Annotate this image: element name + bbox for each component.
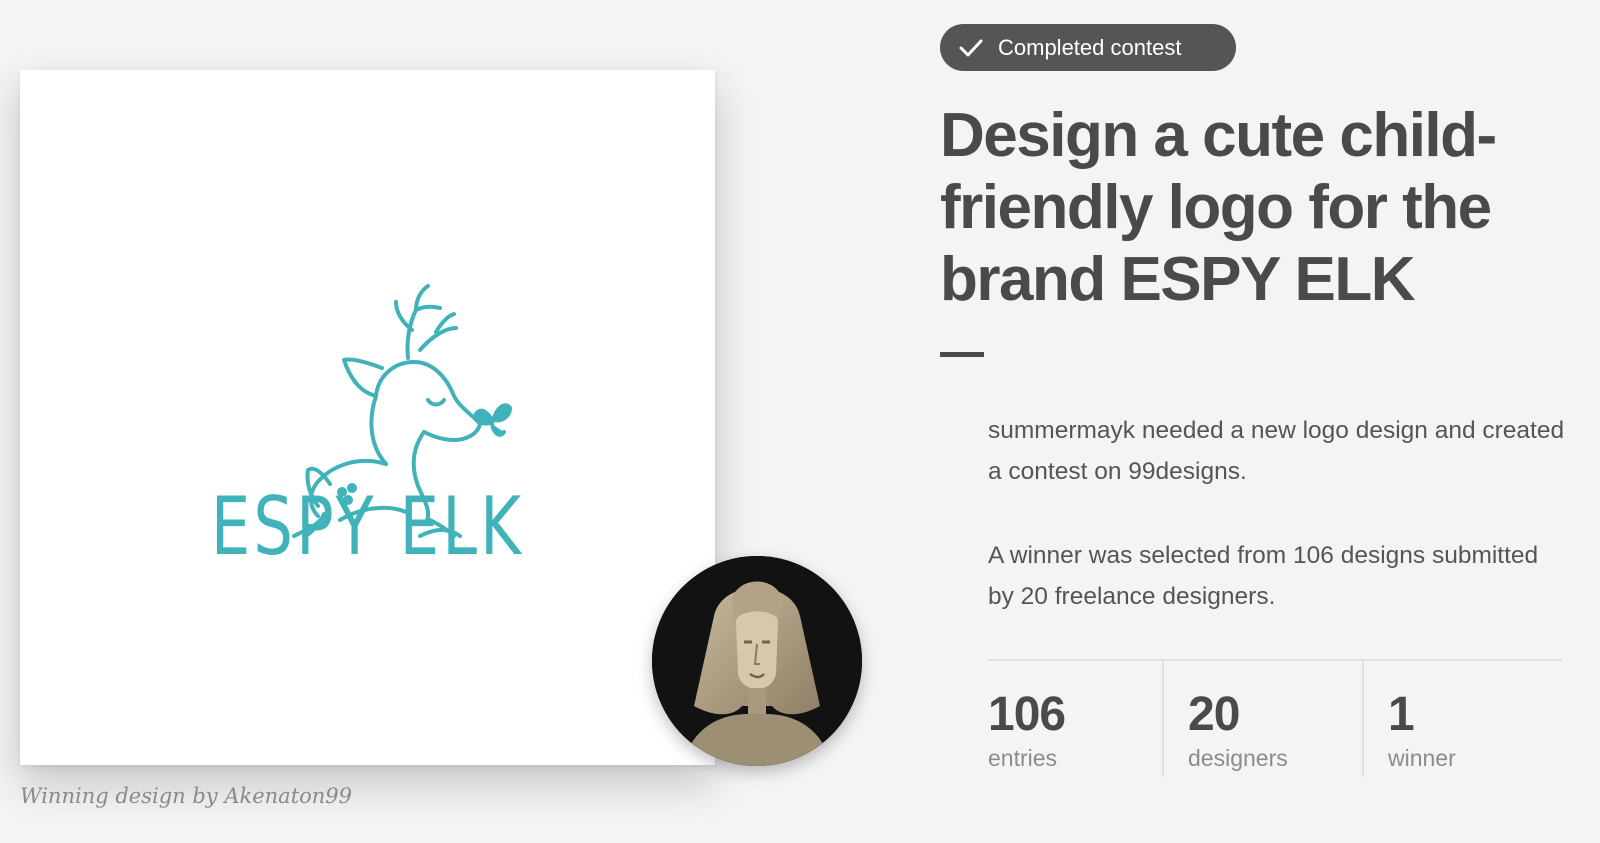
winning-design-card[interactable]: ESPY ELK — [20, 70, 715, 765]
contest-stats: 106 entries 20 designers 1 winner — [988, 659, 1562, 777]
contest-description: summermayk needed a new logo design and … — [988, 417, 1565, 485]
badge-label: Completed contest — [998, 34, 1182, 60]
pharaoh-bust-avatar-icon — [652, 556, 862, 766]
stat-winner-value: 1 — [1388, 688, 1415, 741]
stat-winner: 1 winner — [1362, 661, 1562, 777]
design-caption[interactable]: Winning design by Akenaton99 — [20, 784, 352, 808]
title-divider — [940, 352, 984, 357]
contest-title: Design a cute child-friendly logo for th… — [940, 101, 1497, 314]
designer-avatar[interactable] — [652, 556, 862, 766]
check-icon — [959, 39, 983, 56]
stat-designers: 20 designers — [1162, 661, 1362, 777]
completed-contest-badge: Completed contest — [940, 24, 1236, 71]
stat-entries-value: 106 — [988, 688, 1066, 741]
stat-designers-value: 20 — [1188, 688, 1240, 741]
stat-entries: 106 entries — [988, 661, 1162, 777]
stat-winner-label: winner — [1388, 745, 1456, 771]
logo-wordmark: ESPY ELK — [210, 480, 525, 573]
stat-designers-label: designers — [1188, 745, 1288, 771]
stat-entries-label: entries — [988, 745, 1058, 771]
contest-result: A winner was selected from 106 designs s… — [988, 542, 1539, 610]
